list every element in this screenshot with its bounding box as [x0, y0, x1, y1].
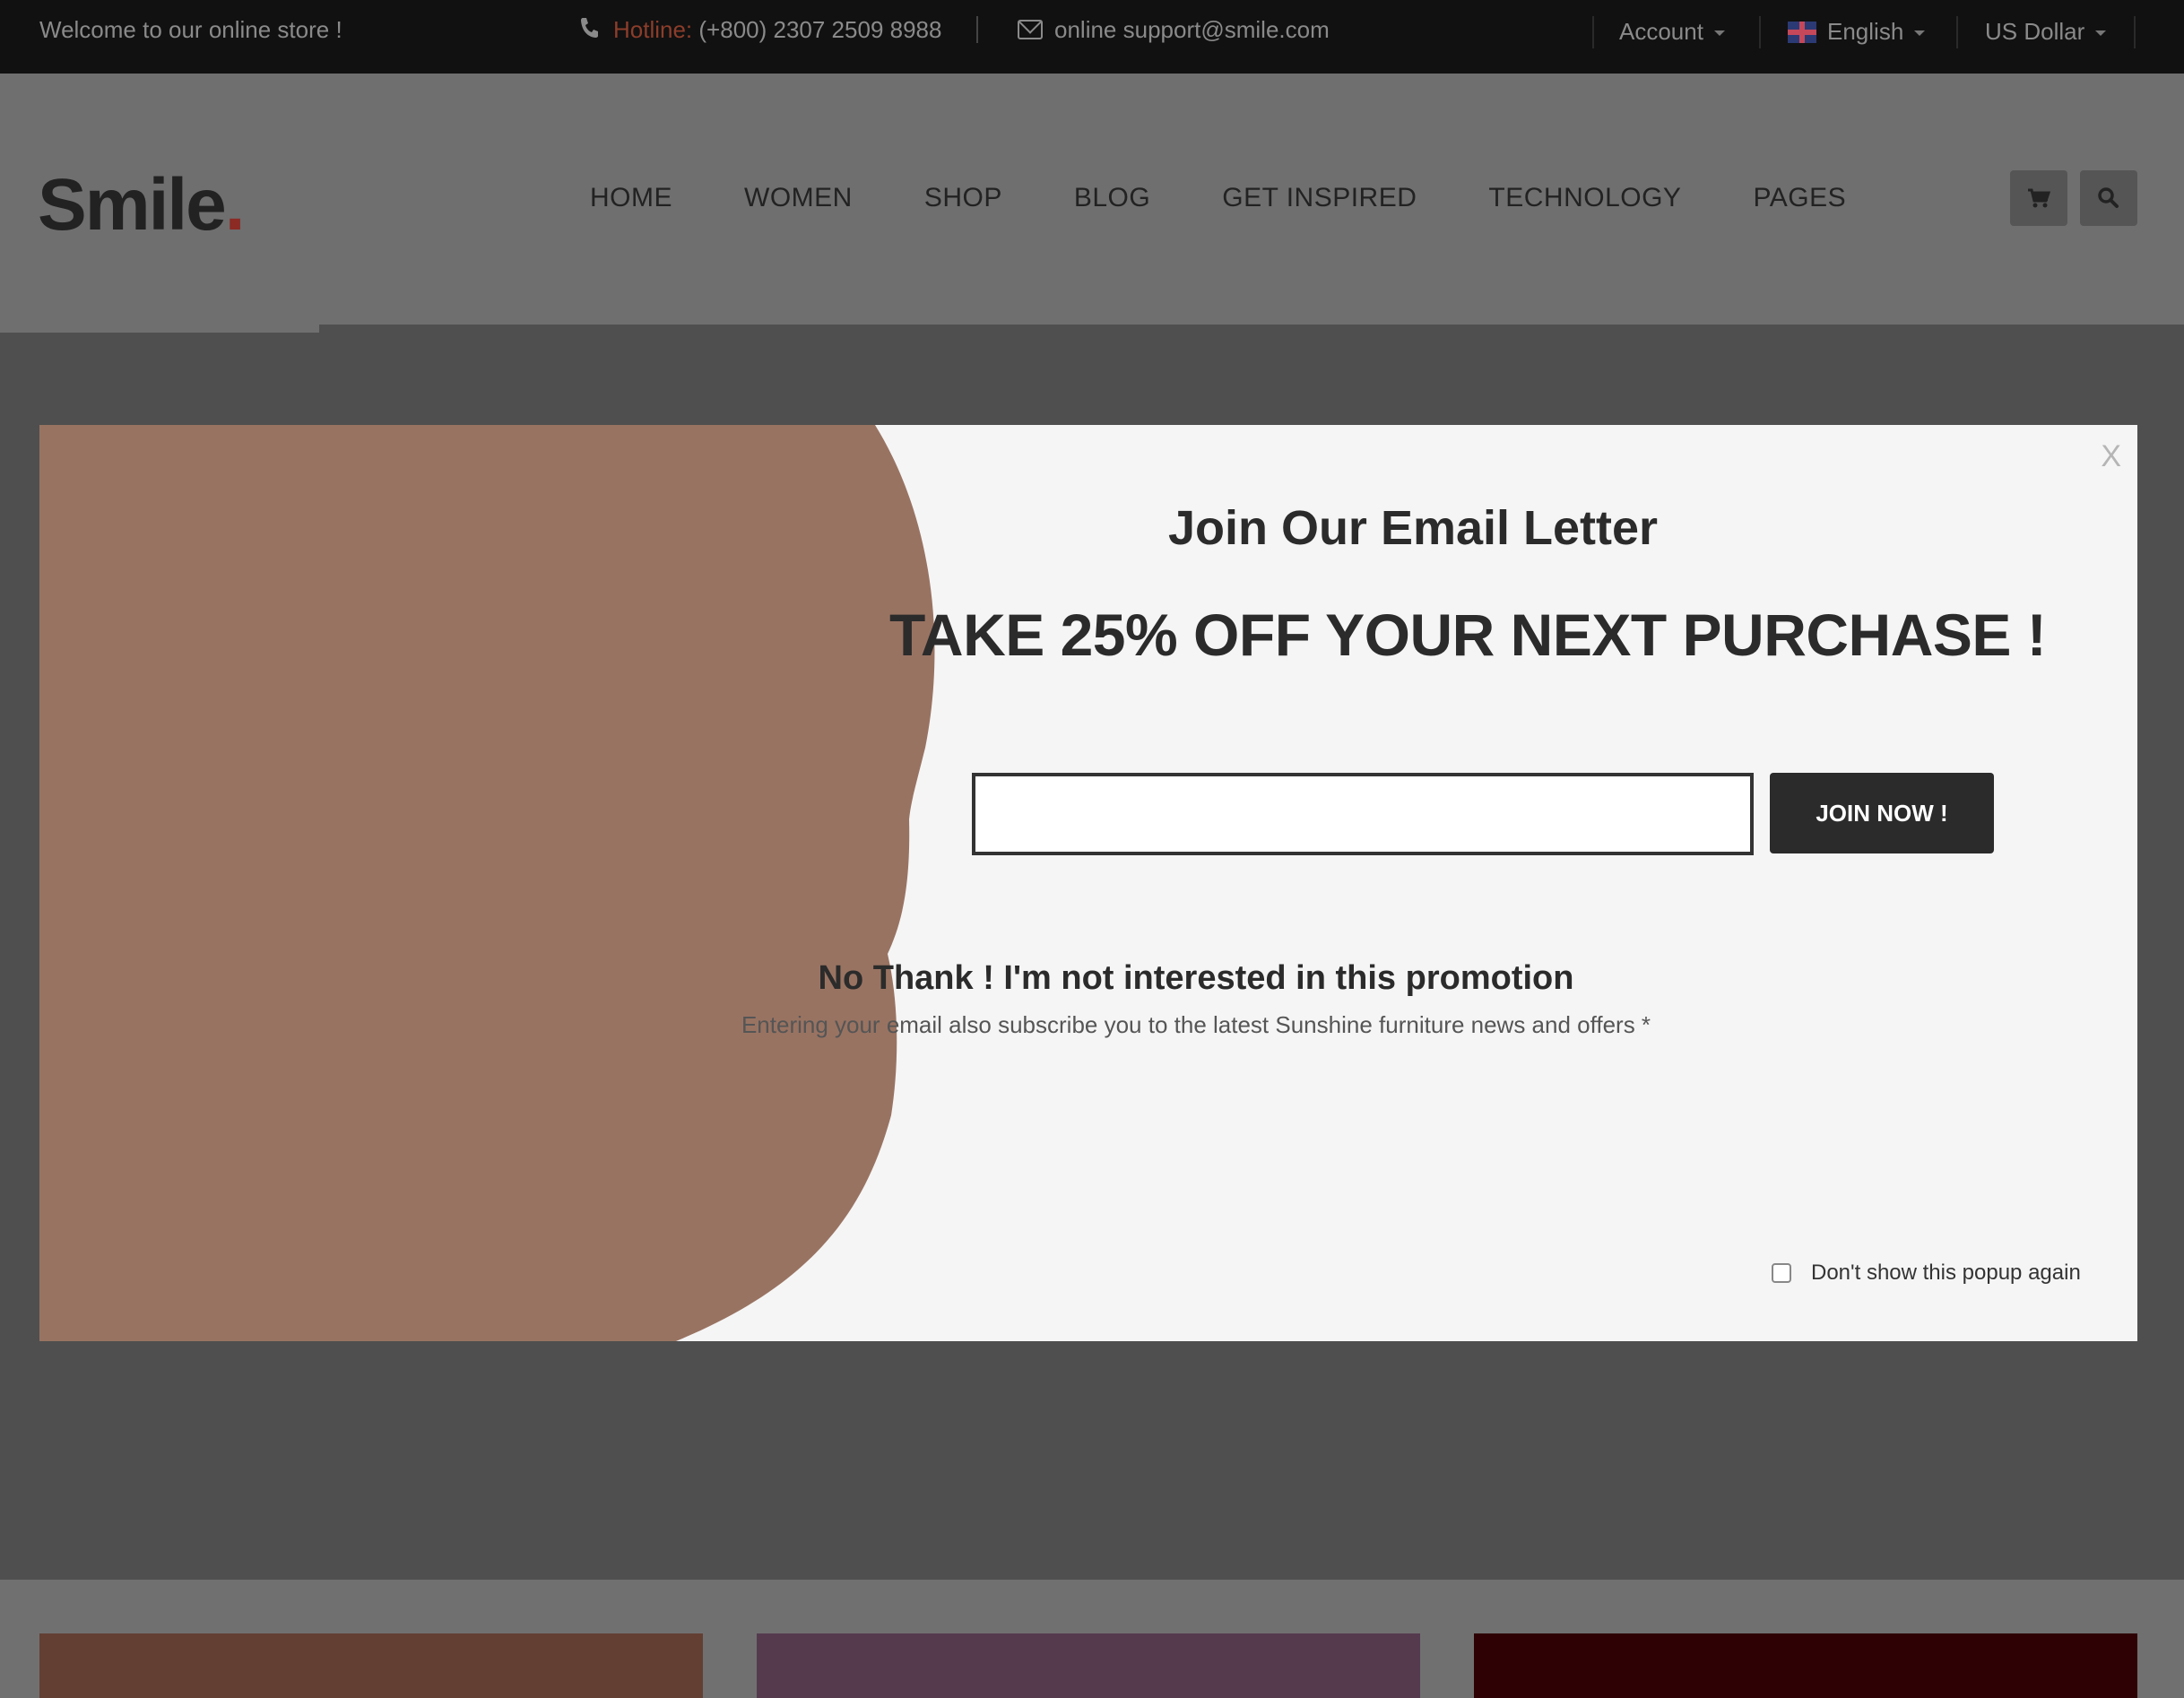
nav-pages[interactable]: PAGES	[1753, 183, 1846, 213]
newsletter-popup: X Join Our Email Letter TAKE 25% OFF YOU…	[39, 425, 2137, 1341]
caret-down-icon	[2095, 30, 2107, 37]
account-dropdown[interactable]: Account	[1619, 18, 1725, 46]
join-now-button[interactable]: JOIN NOW !	[1770, 773, 1994, 853]
top-bar: Welcome to our online store ! Hotline: (…	[0, 0, 2184, 74]
loading-bar	[0, 325, 319, 333]
nav-women[interactable]: WOMEN	[744, 183, 853, 213]
site-logo[interactable]: Smile.	[38, 163, 246, 247]
divider	[1759, 16, 1761, 48]
caret-down-icon	[1914, 30, 1926, 37]
language-label: English	[1827, 18, 1904, 45]
nav-shop[interactable]: SHOP	[924, 183, 1002, 213]
no-thanks-link[interactable]: No Thank ! I'm not interested in this pr…	[380, 959, 2012, 998]
search-icon	[2098, 187, 2119, 208]
cart-button[interactable]	[2010, 170, 2067, 226]
support-email-link[interactable]: online support@smile.com	[1054, 16, 1330, 44]
search-button[interactable]	[2080, 170, 2137, 226]
close-button[interactable]: X	[2101, 439, 2121, 474]
product-card[interactable]	[1474, 1633, 2137, 1698]
dont-show-label: Don't show this popup again	[1811, 1261, 2081, 1285]
mail-icon	[1018, 20, 1043, 39]
account-label: Account	[1619, 18, 1703, 45]
language-dropdown[interactable]: English	[1827, 18, 1926, 46]
nav-home[interactable]: HOME	[590, 183, 672, 213]
nav-blog[interactable]: BLOG	[1074, 183, 1150, 213]
hotline-label: Hotline:	[613, 16, 693, 43]
caret-down-icon	[1713, 30, 1725, 37]
divider	[1956, 16, 1958, 48]
main-nav: HOME WOMEN SHOP BLOG GET INSPIRED TECHNO…	[590, 183, 1918, 213]
dont-show-again[interactable]: Don't show this popup again	[1772, 1261, 2081, 1286]
currency-label: US Dollar	[1985, 18, 2085, 45]
product-card[interactable]	[757, 1633, 1420, 1698]
phone-icon	[581, 18, 598, 38]
popup-offer: TAKE 25% OFF YOUR NEXT PURCHASE !	[889, 602, 2047, 668]
uk-flag-icon	[1788, 22, 1816, 43]
hotline: Hotline: (+800) 2307 2509 8988	[613, 16, 941, 44]
currency-dropdown[interactable]: US Dollar	[1985, 18, 2107, 46]
nav-get-inspired[interactable]: GET INSPIRED	[1222, 183, 1417, 213]
divider	[976, 16, 978, 43]
welcome-text: Welcome to our online store !	[39, 16, 342, 43]
divider	[2134, 16, 2136, 48]
popup-title: Join Our Email Letter	[1167, 501, 1659, 555]
site-header: Smile. HOME WOMEN SHOP BLOG GET INSPIRED…	[0, 74, 2184, 325]
product-card[interactable]	[39, 1633, 703, 1698]
cart-icon	[2028, 188, 2051, 208]
decorative-shape	[39, 425, 935, 1341]
subscription-note: Entering your email also subscribe you t…	[741, 1011, 1651, 1038]
dont-show-checkbox[interactable]	[1772, 1263, 1791, 1283]
hotline-number[interactable]: (+800) 2307 2509 8988	[698, 16, 941, 43]
email-input[interactable]	[972, 773, 1754, 855]
logo-dot: .	[224, 164, 246, 246]
nav-technology[interactable]: TECHNOLOGY	[1488, 183, 1681, 213]
bottom-section	[0, 1580, 2184, 1698]
divider	[1592, 16, 1594, 48]
logo-text: Smile	[38, 164, 227, 246]
